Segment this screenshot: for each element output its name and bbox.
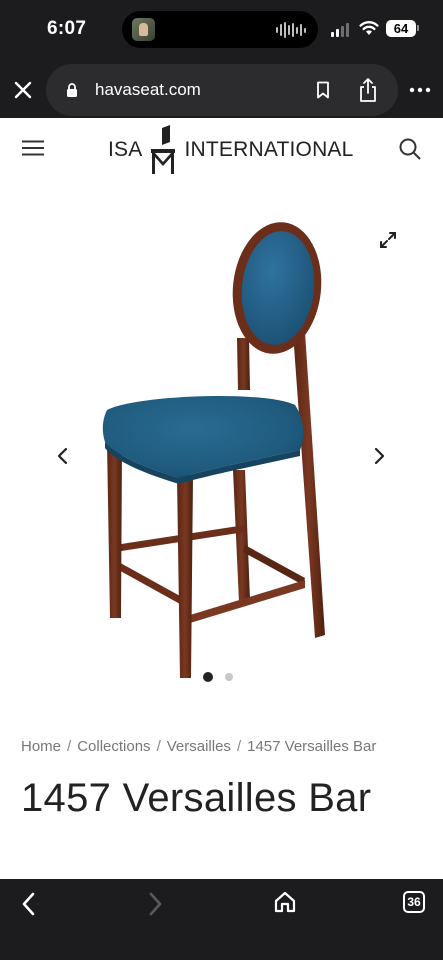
forward-arrow-icon[interactable] — [146, 891, 164, 917]
tabs-count-button[interactable]: 36 — [403, 891, 425, 913]
url-field[interactable]: havaseat.com — [46, 64, 398, 116]
battery-indicator: 64 — [386, 20, 416, 37]
cellular-signal-icon — [331, 23, 349, 37]
browser-toolbar: 36 — [0, 879, 443, 960]
browser-address-bar: havaseat.com — [0, 62, 443, 118]
battery-tip — [417, 25, 419, 31]
site-header: ISA INTERNATIONAL — [0, 118, 443, 180]
site-logo[interactable]: ISA INTERNATIONAL — [108, 124, 354, 176]
product-gallery[interactable] — [0, 180, 443, 700]
carousel-dot-2[interactable] — [225, 673, 233, 681]
breadcrumb-home[interactable]: Home — [21, 738, 61, 755]
logo-text-left: ISA — [108, 138, 143, 161]
chevron-right-icon[interactable] — [372, 447, 386, 465]
close-icon[interactable] — [10, 77, 36, 103]
status-time: 6:07 — [47, 18, 87, 39]
product-image-bar-stool[interactable] — [95, 220, 335, 682]
logo-text-right: INTERNATIONAL — [184, 138, 354, 161]
back-arrow-icon[interactable] — [20, 891, 38, 917]
chair-logo-mark — [151, 125, 176, 174]
search-icon[interactable] — [399, 138, 421, 160]
carousel-dot-1[interactable] — [203, 672, 213, 682]
breadcrumb-separator: / — [156, 738, 161, 755]
expand-fullscreen-icon[interactable] — [378, 230, 398, 250]
wifi-icon — [359, 21, 379, 35]
product-title: 1457 Versailles Bar — [21, 776, 372, 820]
chevron-left-icon[interactable] — [56, 447, 70, 465]
url-text: havaseat.com — [95, 80, 201, 99]
share-icon[interactable] — [358, 77, 378, 103]
carousel-pagination — [203, 672, 233, 682]
status-bar: 6:07 64 — [0, 0, 443, 62]
lock-icon — [67, 83, 77, 97]
hamburger-menu-icon[interactable] — [22, 140, 44, 156]
home-icon[interactable] — [273, 890, 297, 914]
audio-waveform-icon — [276, 22, 306, 38]
breadcrumb-separator: / — [236, 738, 242, 755]
bookmark-icon[interactable] — [316, 81, 330, 99]
breadcrumb-separator: / — [67, 738, 72, 755]
now-playing-artwork — [132, 18, 155, 41]
breadcrumb: Home / Collections / Versailles / 1457 Versail… — [21, 738, 376, 755]
breadcrumb-collections[interactable]: Collections — [77, 738, 150, 755]
breadcrumb-current: 1457 Versailles Bar — [247, 738, 377, 755]
breadcrumb-versailles[interactable]: Versailles — [167, 738, 231, 755]
dynamic-island[interactable] — [122, 11, 318, 48]
more-options-icon[interactable] — [409, 83, 431, 97]
